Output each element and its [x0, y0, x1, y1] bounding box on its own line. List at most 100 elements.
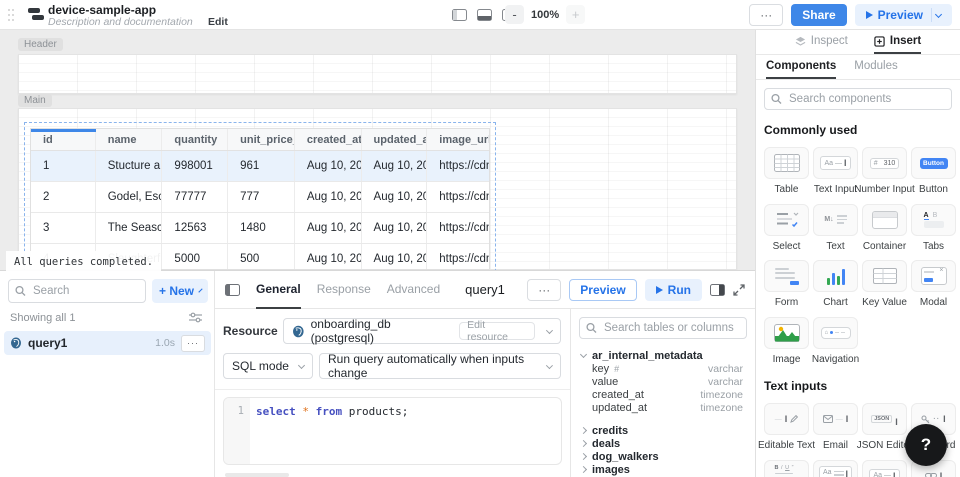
- text-icon: M↓: [824, 215, 846, 224]
- tab-insert[interactable]: Insert: [874, 30, 921, 54]
- component-tile-text[interactable]: M↓ Text: [813, 204, 858, 253]
- schema-column[interactable]: created_at timezone: [571, 388, 755, 401]
- component-tile-navigation[interactable]: ⌂ Navigation: [813, 317, 858, 366]
- chevron-down-icon: [935, 10, 942, 17]
- component-tile-editable-text[interactable]: —I Editable Text: [764, 403, 809, 452]
- component-tile-image[interactable]: Image: [764, 317, 809, 366]
- schema-browser: ar_internal_metadata key # varchar value…: [570, 309, 755, 477]
- more-options-button[interactable]: ···: [749, 4, 783, 26]
- form-icon: [775, 268, 799, 285]
- sql-editor[interactable]: 1 select * from products;: [223, 397, 562, 465]
- component-tile-text-input-2[interactable]: Aa—I Text Input: [862, 460, 907, 477]
- insert-component-icon: [874, 36, 885, 47]
- tab-modules[interactable]: Modules: [854, 55, 897, 79]
- schema-column[interactable]: value varchar: [571, 375, 755, 388]
- component-tile-container[interactable]: Container: [862, 204, 907, 253]
- line-number: 1: [224, 398, 250, 464]
- component-tile-number-input[interactable]: #310 Number Input: [862, 147, 907, 196]
- schema-column[interactable]: updated_at timezone: [571, 401, 755, 414]
- component-tile-form[interactable]: Form: [764, 260, 809, 309]
- schema-table-collapsed[interactable]: credits: [571, 424, 755, 437]
- chevron-right-icon: [580, 440, 587, 447]
- query-search: [8, 279, 146, 303]
- column-header[interactable]: quantity: [162, 129, 228, 150]
- select-icon: [775, 211, 799, 229]
- edit-description-link[interactable]: Edit: [208, 16, 228, 28]
- toggle-left-panel-icon[interactable]: [452, 9, 467, 21]
- filter-icon[interactable]: [189, 312, 202, 323]
- column-header[interactable]: unit_price_ce…: [228, 129, 295, 150]
- horizontal-scrollbar[interactable]: [225, 473, 289, 477]
- query-name: query1: [28, 336, 67, 350]
- query-editor-header: General Response Advanced query1 ··· Pre…: [215, 271, 755, 309]
- column-header[interactable]: updated_at: [362, 129, 428, 150]
- column-header[interactable]: image_url: [427, 129, 489, 150]
- help-button[interactable]: ?: [905, 424, 947, 466]
- number-input-icon: #310: [870, 158, 900, 169]
- resource-value: onboarding_db (postgresql): [311, 317, 453, 345]
- schema-table-expanded[interactable]: ar_internal_metadata: [571, 349, 755, 362]
- table-row[interactable]: 2 Godel, Esc··· 77777 777 Aug 10, 20··· …: [31, 182, 489, 213]
- toggle-query-list-icon[interactable]: [225, 284, 240, 296]
- schema-table-collapsed[interactable]: deals: [571, 437, 755, 450]
- component-library: Commonly used Table Aa—I Text Input #310…: [756, 80, 960, 477]
- edit-resource-button[interactable]: Edit resource: [459, 322, 535, 340]
- table-row[interactable]: 1 Stucture a··· 998001 961 Aug 10, 20···…: [31, 151, 489, 182]
- component-search-input[interactable]: [764, 88, 952, 110]
- run-behavior-select[interactable]: Run query automatically when inputs chan…: [319, 353, 561, 379]
- component-tile-button[interactable]: Button Button: [911, 147, 956, 196]
- toggle-bottom-panel-icon[interactable]: [477, 9, 492, 21]
- zoom-in-button[interactable]: +: [566, 5, 585, 24]
- component-tile-email[interactable]: —I Email: [813, 403, 858, 452]
- header-frame-tag[interactable]: Header: [18, 38, 63, 51]
- table-row[interactable]: 3 The Seasc··· 12563 1480 Aug 10, 20··· …: [31, 213, 489, 244]
- tab-advanced[interactable]: Advanced: [387, 271, 440, 309]
- app-logo-icon: [26, 7, 44, 23]
- toggle-schema-panel-icon[interactable]: [710, 284, 725, 296]
- component-tile-modal[interactable]: × Modal: [911, 260, 956, 309]
- header-frame[interactable]: [18, 54, 737, 94]
- right-panel: Inspect Insert Components Modules Common…: [755, 30, 960, 477]
- schema-column[interactable]: key # varchar: [571, 362, 755, 375]
- play-icon: [656, 286, 663, 294]
- component-tile-json-editor[interactable]: JSONI JSON Editor: [862, 403, 907, 452]
- component-tile-tabs[interactable]: AB Tabs: [911, 204, 956, 253]
- component-tile-text-area[interactable]: AaI Text Area: [813, 460, 858, 477]
- schema-table-collapsed[interactable]: dog_walkers: [571, 450, 755, 463]
- table-component[interactable]: id name quantity unit_price_ce… created_…: [30, 128, 490, 270]
- text-area-icon: AaI: [819, 466, 852, 477]
- query-more-button[interactable]: ···: [181, 335, 205, 352]
- column-header[interactable]: id: [31, 129, 96, 150]
- new-query-button[interactable]: + New: [152, 279, 208, 303]
- component-tile-table[interactable]: Table: [764, 147, 809, 196]
- query-search-input[interactable]: [8, 279, 146, 303]
- tab-response[interactable]: Response: [317, 271, 371, 309]
- main-frame-tag[interactable]: Main: [18, 94, 52, 107]
- schema-search-input[interactable]: [579, 317, 747, 339]
- component-tile-text-input[interactable]: Aa—I Text Input: [813, 147, 858, 196]
- preview-button[interactable]: Preview: [855, 4, 952, 26]
- column-header[interactable]: created_at: [295, 129, 362, 150]
- resource-select[interactable]: onboarding_db (postgresql) Edit resource: [283, 318, 561, 344]
- component-tile-key-value[interactable]: Key Value: [862, 260, 907, 309]
- zoom-out-button[interactable]: -: [505, 5, 524, 24]
- query-more-options-button[interactable]: ···: [527, 279, 561, 301]
- schema-tree: ar_internal_metadata key # varchar value…: [571, 349, 755, 476]
- query-preview-button[interactable]: Preview: [569, 279, 636, 301]
- tab-inspect[interactable]: Inspect: [795, 30, 848, 54]
- tab-general[interactable]: General: [256, 271, 301, 309]
- query-list-item[interactable]: query1 1.0s ···: [4, 331, 211, 355]
- expand-panel-icon[interactable]: [733, 284, 745, 296]
- component-tile-rich-text-editor[interactable]: B / U ”I Rich Text Editor: [764, 460, 809, 477]
- component-tile-select[interactable]: Select: [764, 204, 809, 253]
- postgresql-icon: [10, 337, 22, 349]
- sql-code[interactable]: select * from products;: [250, 398, 408, 464]
- share-button[interactable]: Share: [791, 4, 846, 26]
- component-tile-chart[interactable]: Chart: [813, 260, 858, 309]
- run-query-button[interactable]: Run: [645, 279, 702, 301]
- schema-table-collapsed[interactable]: images: [571, 463, 755, 476]
- tab-components[interactable]: Components: [766, 55, 836, 79]
- column-header[interactable]: name: [96, 129, 163, 150]
- app-canvas[interactable]: Header Main id name quantity unit_price_…: [0, 30, 755, 270]
- sql-mode-select[interactable]: SQL mode: [223, 353, 313, 379]
